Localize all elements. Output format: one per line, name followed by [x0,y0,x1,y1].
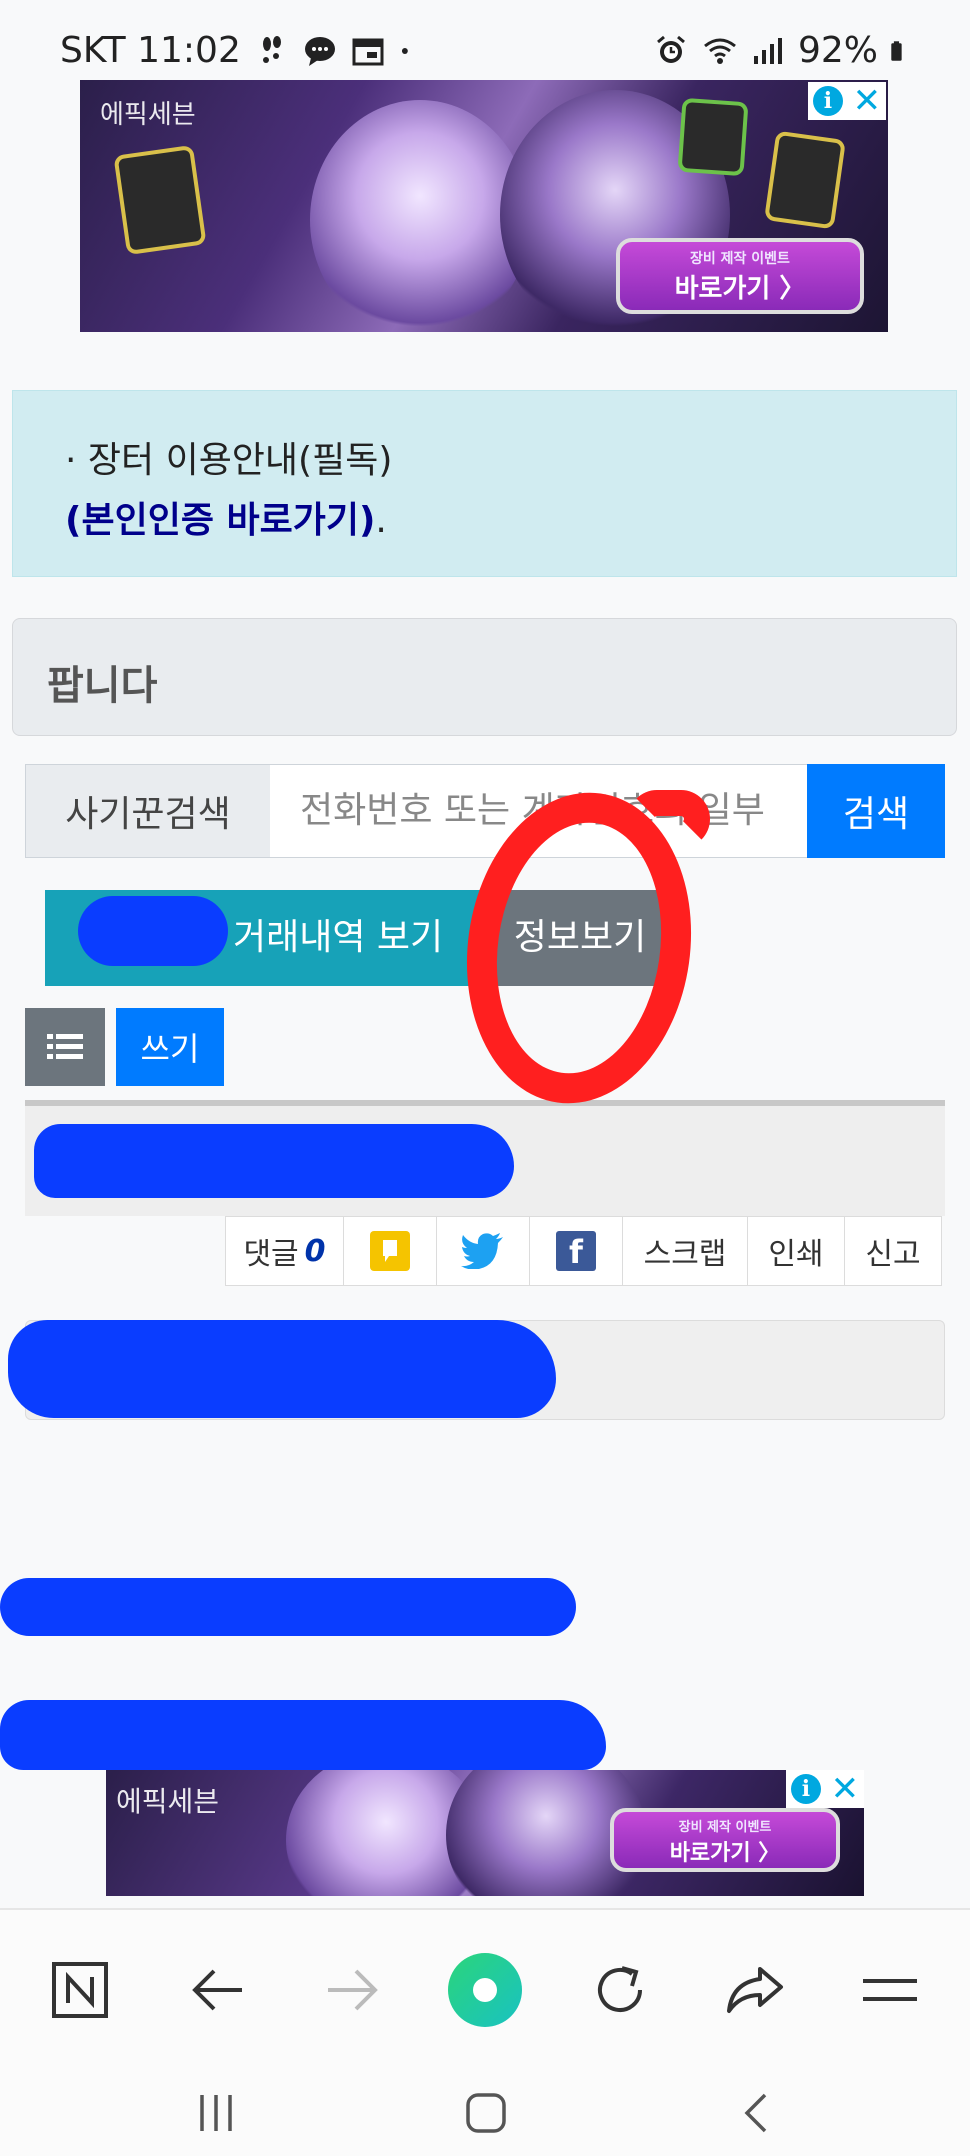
ad-info-icon[interactable]: i [790,1774,821,1804]
forward-arrow-icon [328,1969,378,2011]
facebook-icon: f [556,1231,596,1271]
refresh-button[interactable] [580,1950,660,2030]
dot-icon [401,47,408,54]
redaction-mark [34,1124,514,1198]
redaction-mark [8,1320,556,1418]
browser-toolbar [0,1908,970,2068]
notice-guide-link[interactable]: · 장터 이용안내(필독) [65,431,392,483]
system-back-button[interactable] [726,2088,786,2138]
green-home-icon [448,1953,522,2027]
ad-controls: i ✕ [786,1770,864,1808]
kakao-icon [370,1231,410,1271]
back-button[interactable] [178,1950,258,2030]
back-arrow-icon [192,1969,242,2011]
ad-brand: 에픽세븐 [100,100,196,130]
redaction-mark [0,1578,576,1636]
ad-cta-button[interactable]: 장비 제작 이벤트 바로가기 〉 [610,1808,840,1872]
post-toolbar: 댓글 0 f 스크랩 인쇄 신고 [225,1216,942,1286]
ad-item-art [113,144,207,256]
share-button[interactable] [715,1950,795,2030]
report-button[interactable]: 신고 [845,1217,941,1285]
scrap-button[interactable]: 스크랩 [623,1217,748,1285]
menu-button[interactable] [850,1950,930,2030]
ad-banner-bottom[interactable]: 에픽세븐 장비 제작 이벤트 바로가기 〉 i ✕ [106,1770,864,1896]
redaction-mark [0,1700,606,1770]
notice-box: · 장터 이용안내(필독) (본인인증 바로가기). [12,390,957,577]
comments-button[interactable]: 댓글 0 [226,1217,344,1285]
ad-info-icon[interactable]: i [812,86,843,116]
menu-icon [863,1979,917,2001]
battery-percent: 92% [797,30,878,71]
ad-controls: i ✕ [808,82,886,120]
list-button[interactable] [25,1008,105,1086]
twitter-share-button[interactable] [437,1217,530,1285]
calendar-icon [352,38,384,65]
notice-verify-link[interactable]: (본인인증 바로가기). [65,491,387,543]
refresh-icon [598,1966,642,2012]
print-button[interactable]: 인쇄 [748,1217,845,1285]
search-button[interactable]: 검색 [807,764,945,858]
signal-icon [753,37,782,64]
forward-button[interactable] [312,1950,392,2030]
ad-banner-top[interactable]: 에픽세븐 장비 제작 이벤트 바로가기 〉 i ✕ [80,80,888,332]
list-icon [47,1034,83,1059]
recent-apps-button[interactable] [186,2088,246,2138]
search-label: 사기꾼검색 [25,764,271,858]
wifi-icon [704,38,736,64]
battery-icon [891,40,902,61]
ad-close-icon[interactable]: ✕ [853,84,882,118]
comments-count: 0 [304,1233,326,1269]
recent-apps-icon [200,2095,232,2131]
share-icon [727,1967,783,2013]
status-bar: SKT 11:02 92% [0,0,970,80]
kakao-share-button[interactable] [344,1217,437,1285]
alarm-icon [657,35,685,63]
facebook-share-button[interactable]: f [530,1217,623,1285]
home-button[interactable] [456,2088,516,2138]
write-button[interactable]: 쓰기 [116,1008,224,1086]
naver-icon [52,1962,108,2018]
walk-icon [262,35,281,63]
ad-cta-button[interactable]: 장비 제작 이벤트 바로가기 〉 [616,238,864,314]
ad-close-icon[interactable]: ✕ [831,1772,860,1806]
naver-button[interactable] [40,1950,120,2030]
green-home-button[interactable] [445,1950,525,2030]
chat-icon [304,36,335,66]
home-icon [466,2093,506,2133]
system-nav-bar [0,2068,970,2156]
page-title: 팝니다 [47,663,158,709]
redaction-mark [78,896,228,966]
red-circle-annotation [628,790,710,848]
twitter-icon [461,1233,503,1269]
ad-brand: 에픽세븐 [116,1785,220,1818]
back-icon [744,2093,767,2133]
carrier-time: SKT 11:02 [60,30,241,71]
ad-character-art [310,100,530,332]
board-header: 팝니다 [12,618,957,736]
